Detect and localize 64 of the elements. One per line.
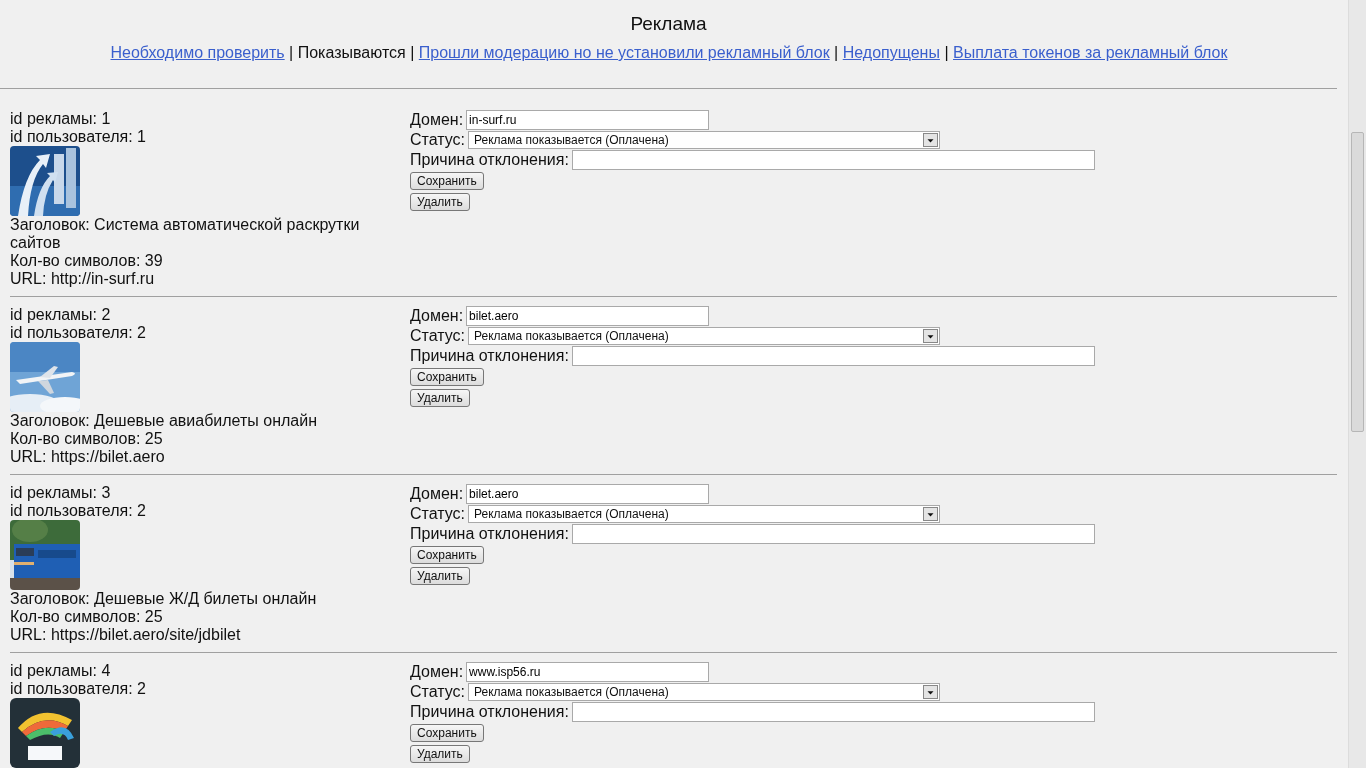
- domain-field[interactable]: bilet.aero: [466, 306, 710, 326]
- ad-url: URL: https://bilet.aero: [10, 448, 165, 466]
- reason-field[interactable]: [571, 524, 1095, 544]
- domain-label: Домен:: [410, 307, 464, 325]
- reason-field[interactable]: [571, 150, 1095, 170]
- domain-field[interactable]: www.isp56.ru: [466, 662, 710, 682]
- ad-heading: Заголовок: Система автоматической раскрутки сайтов: [10, 216, 361, 252]
- reason-label: Причина отклонения:: [410, 703, 569, 721]
- status-label: Статус:: [410, 505, 466, 523]
- ad-heading: Заголовок: Дешевые Ж/Д билеты онлайн: [10, 590, 318, 608]
- ad-id: id рекламы: 3: [10, 484, 111, 502]
- reason-field[interactable]: [571, 346, 1095, 366]
- nav-current: Показываются: [297, 44, 406, 61]
- ad-id: id рекламы: 2: [10, 306, 111, 324]
- ad-url: URL: https://bilet.aero/site/jdbilet: [10, 626, 241, 644]
- nav-link[interactable]: Недопущены: [842, 44, 940, 61]
- caret-icon: [923, 133, 939, 147]
- reason-label: Причина отклонения:: [410, 151, 569, 169]
- reason-label: Причина отклонения:: [410, 525, 569, 543]
- nav-separator: |: [289, 44, 294, 61]
- delete-button[interactable]: Удалить: [410, 389, 470, 407]
- nav-separator: |: [944, 44, 949, 61]
- status-dropdown[interactable]: Реклама показывается (Оплачена): [468, 131, 941, 149]
- domain-field[interactable]: bilet.aero: [466, 484, 710, 504]
- save-button[interactable]: Сохранить: [410, 172, 484, 190]
- status-label: Статус:: [410, 683, 466, 701]
- ad-id: id рекламы: 4: [10, 662, 111, 680]
- caret-icon: [923, 685, 939, 699]
- save-button[interactable]: Сохранить: [410, 546, 484, 564]
- caret-icon: [923, 329, 939, 343]
- user-id: id пользователя: 2: [10, 680, 146, 698]
- ad-url: URL: http://in-surf.ru: [10, 270, 155, 288]
- nav-link[interactable]: Прошли модерацию но не установили рекламный блок: [418, 44, 830, 61]
- domain-label: Домен:: [410, 485, 464, 503]
- scrollbar[interactable]: [1348, 0, 1366, 768]
- nav-link[interactable]: Необходимо проверить: [110, 44, 285, 61]
- nav-link[interactable]: Выплата токенов за рекламный блок: [953, 44, 1228, 61]
- user-id: id пользователя: 2: [10, 324, 146, 342]
- user-id: id пользователя: 1: [10, 128, 146, 146]
- caret-icon: [923, 507, 939, 521]
- domain-field[interactable]: in-surf.ru: [466, 110, 710, 130]
- reason-label: Причина отклонения:: [410, 347, 569, 365]
- status-dropdown[interactable]: Реклама показывается (Оплачена): [468, 683, 941, 701]
- char-count: Кол-во символов: 39: [10, 252, 163, 270]
- nav-separator: |: [834, 44, 839, 61]
- status-label: Статус:: [410, 131, 466, 149]
- status-dropdown[interactable]: Реклама показывается (Оплачена): [468, 505, 941, 523]
- status-label: Статус:: [410, 327, 466, 345]
- char-count: Кол-во символов: 25: [10, 430, 163, 448]
- ad-heading: Заголовок: Дешевые авиабилеты онлайн: [10, 412, 318, 430]
- save-button[interactable]: Сохранить: [410, 724, 484, 742]
- reason-field[interactable]: [571, 702, 1095, 722]
- ad-id: id рекламы: 1: [10, 110, 111, 128]
- domain-label: Домен:: [410, 111, 464, 129]
- page-title: Реклама: [630, 12, 707, 36]
- delete-button[interactable]: Удалить: [410, 745, 470, 763]
- delete-button[interactable]: Удалить: [410, 567, 470, 585]
- user-id: id пользователя: 2: [10, 502, 146, 520]
- delete-button[interactable]: Удалить: [410, 193, 470, 211]
- nav-separator: |: [410, 44, 415, 61]
- domain-label: Домен:: [410, 663, 464, 681]
- char-count: Кол-во символов: 25: [10, 608, 163, 626]
- status-dropdown[interactable]: Реклама показывается (Оплачена): [468, 327, 941, 345]
- save-button[interactable]: Сохранить: [410, 368, 484, 386]
